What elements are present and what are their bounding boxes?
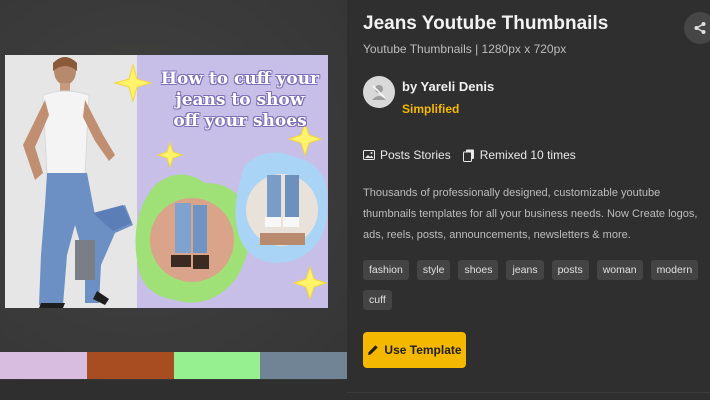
remix-label: Remixed 10 times <box>479 148 576 162</box>
use-template-button[interactable]: Use Template <box>363 332 466 368</box>
pencil-icon <box>368 345 379 355</box>
template-description: Thousands of professionally designed, cu… <box>363 187 698 241</box>
copy-icon <box>462 149 474 162</box>
tag-modern[interactable]: modern <box>650 260 699 280</box>
remix-count: Remixed 10 times <box>462 148 576 162</box>
tag-jeans[interactable]: jeans <box>506 260 544 280</box>
brand-link[interactable]: Simplified <box>402 102 459 116</box>
model-figure <box>23 57 133 308</box>
tag-fashion[interactable]: fashion <box>363 260 409 280</box>
color-swatch[interactable] <box>86 352 174 379</box>
author-name[interactable]: by Yareli Denis <box>402 79 494 94</box>
template-preview: How to cuff your jeans to show off your … <box>0 0 347 380</box>
headline-line-2: jeans to show <box>175 90 305 110</box>
headline-line-3: off your shoes <box>173 111 307 131</box>
user-placeholder-icon <box>372 85 386 100</box>
color-palette <box>0 352 347 379</box>
template-meta: Posts Stories Remixed 10 times <box>363 148 588 162</box>
category-item[interactable]: Posts Stories <box>363 148 451 162</box>
author-avatar[interactable] <box>363 76 395 108</box>
color-swatch[interactable] <box>0 352 87 379</box>
category-label: Posts Stories <box>380 148 451 162</box>
thumbnail-headline: How to cuff your jeans to show off your … <box>155 69 325 132</box>
color-swatch[interactable] <box>173 352 261 379</box>
share-button[interactable] <box>684 12 710 44</box>
template-subtitle: Youtube Thumbnails | 1280px x 720px <box>363 42 567 56</box>
color-swatch[interactable] <box>260 352 347 379</box>
thumbnail-image: How to cuff your jeans to show off your … <box>5 55 328 308</box>
tag-woman[interactable]: woman <box>596 260 643 280</box>
tag-shoes[interactable]: shoes <box>458 260 499 280</box>
tag-posts[interactable]: posts <box>551 260 589 280</box>
use-template-label: Use Template <box>384 343 462 357</box>
tag-list: fashion style shoes jeans posts woman mo… <box>363 260 708 320</box>
headline-line-1: How to cuff your <box>160 69 320 89</box>
template-title: Jeans Youtube Thumbnails <box>363 13 609 34</box>
tag-style[interactable]: style <box>416 260 451 280</box>
share-icon <box>694 22 706 34</box>
divider <box>347 392 710 393</box>
image-icon <box>363 150 375 160</box>
tag-cuff[interactable]: cuff <box>363 290 392 310</box>
